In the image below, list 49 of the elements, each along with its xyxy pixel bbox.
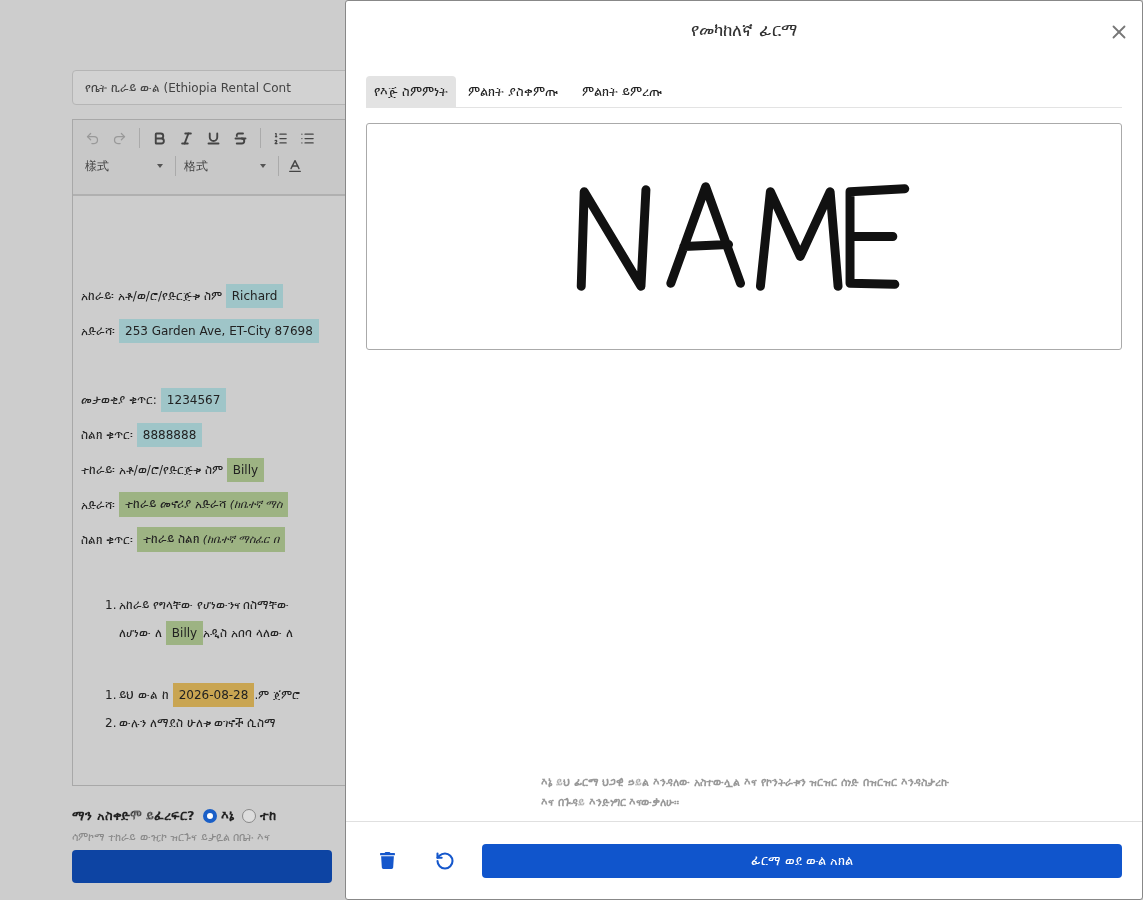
bold-icon[interactable] (152, 130, 167, 146)
merge-field[interactable]: ተከራይ መኖሪያ አድራሻ (ከቤተኛ ማስ (119, 492, 289, 517)
strikethrough-icon[interactable] (233, 130, 248, 146)
signature-pad[interactable] (366, 123, 1122, 350)
caret-icon (157, 164, 163, 168)
document-text: ተከራይ፡ አቶ/ወ/ሮ/የድርጅቱ ስም (81, 461, 223, 479)
bullet-list-icon[interactable] (300, 130, 315, 146)
text-color-icon[interactable] (287, 158, 303, 174)
dialog-title: የመካከለኛ ፊርማ (691, 19, 797, 43)
consent-text: እኔ ይህ ፊርማ ህጋዊ ኃይል እንዳለው አስተውሏል እና የኮንትራቱን ዝርዝር ሰነድ በዝርዝር እንዳስታረኩ እና በጉዳይ እንድነግር እናውቃለሁ። (541, 775, 950, 811)
radio-button[interactable] (202, 808, 217, 823)
underline-icon[interactable] (206, 130, 221, 146)
merge-field[interactable]: 1234567 (160, 387, 227, 412)
trash-icon (378, 852, 396, 869)
list-number: 2. (105, 715, 118, 732)
document-text: .ም ጀምሮ (254, 687, 301, 704)
merge-field[interactable]: 8888888 (136, 422, 203, 447)
document-text: አከራይ፡ አቶ/ወ/ሮ/የድርጅቱ ስም (81, 287, 222, 305)
merge-field[interactable]: Billy (226, 457, 265, 482)
document-text: ይህ ውል ከ (119, 687, 169, 704)
document-text: ውሉን ለማደስ ሁለቱ ወገኖች ሲስማ (119, 715, 277, 732)
list-number: 1. (105, 597, 118, 614)
numbered-list-icon[interactable] (273, 130, 288, 146)
caret-icon (260, 164, 266, 168)
document-text: አድራሻ፡ (81, 322, 115, 340)
document-text: አዲስ አበባ ላለው ለ (203, 625, 293, 642)
document-text: ለሆነው ለ (119, 625, 162, 642)
merge-field[interactable]: ተከራይ ስልክ (ከቤተኛ ማስፈር በ (136, 527, 285, 552)
merge-field[interactable]: Richard (225, 283, 284, 308)
add-signature-button[interactable]: ፊርማ ወደ ውል አክል (482, 843, 1122, 878)
document-text: አከራይ የግላቸው የሆነውንና በስማቸው (119, 597, 290, 614)
style-dropdown[interactable]: 樣式 (85, 157, 167, 175)
undo-icon (435, 850, 455, 871)
signer-hint: ሳምኮማ ተከራይ ውዢኮ ዝርጉና ይታዪል በቤት እና (72, 829, 271, 846)
document-text: መታወቂያ ቁጥር: (81, 391, 157, 409)
signer-question: ማን አስቀድሞ ይፈረፍር? (72, 807, 195, 825)
merge-field[interactable]: 2026-08-28 (172, 683, 255, 707)
italic-icon[interactable] (179, 130, 194, 146)
merge-field[interactable]: 253 Garden Ave, ET-City 87698 (119, 318, 319, 343)
document-text: አድራሻ፡ (81, 496, 115, 514)
radio-label: እኔ (220, 807, 234, 825)
merge-field[interactable]: Billy (165, 621, 204, 645)
radio-label: ተከ (259, 807, 276, 825)
tab[interactable]: የእጅ ስምምነት (366, 76, 457, 107)
radio-button[interactable] (241, 808, 256, 823)
format-dropdown[interactable]: 格式 (184, 157, 270, 175)
document-text: ስልክ ቁጥር፡ (81, 531, 133, 549)
list-number: 1. (105, 687, 118, 704)
document-text: ስልክ ቁጥር፡ (81, 426, 133, 444)
